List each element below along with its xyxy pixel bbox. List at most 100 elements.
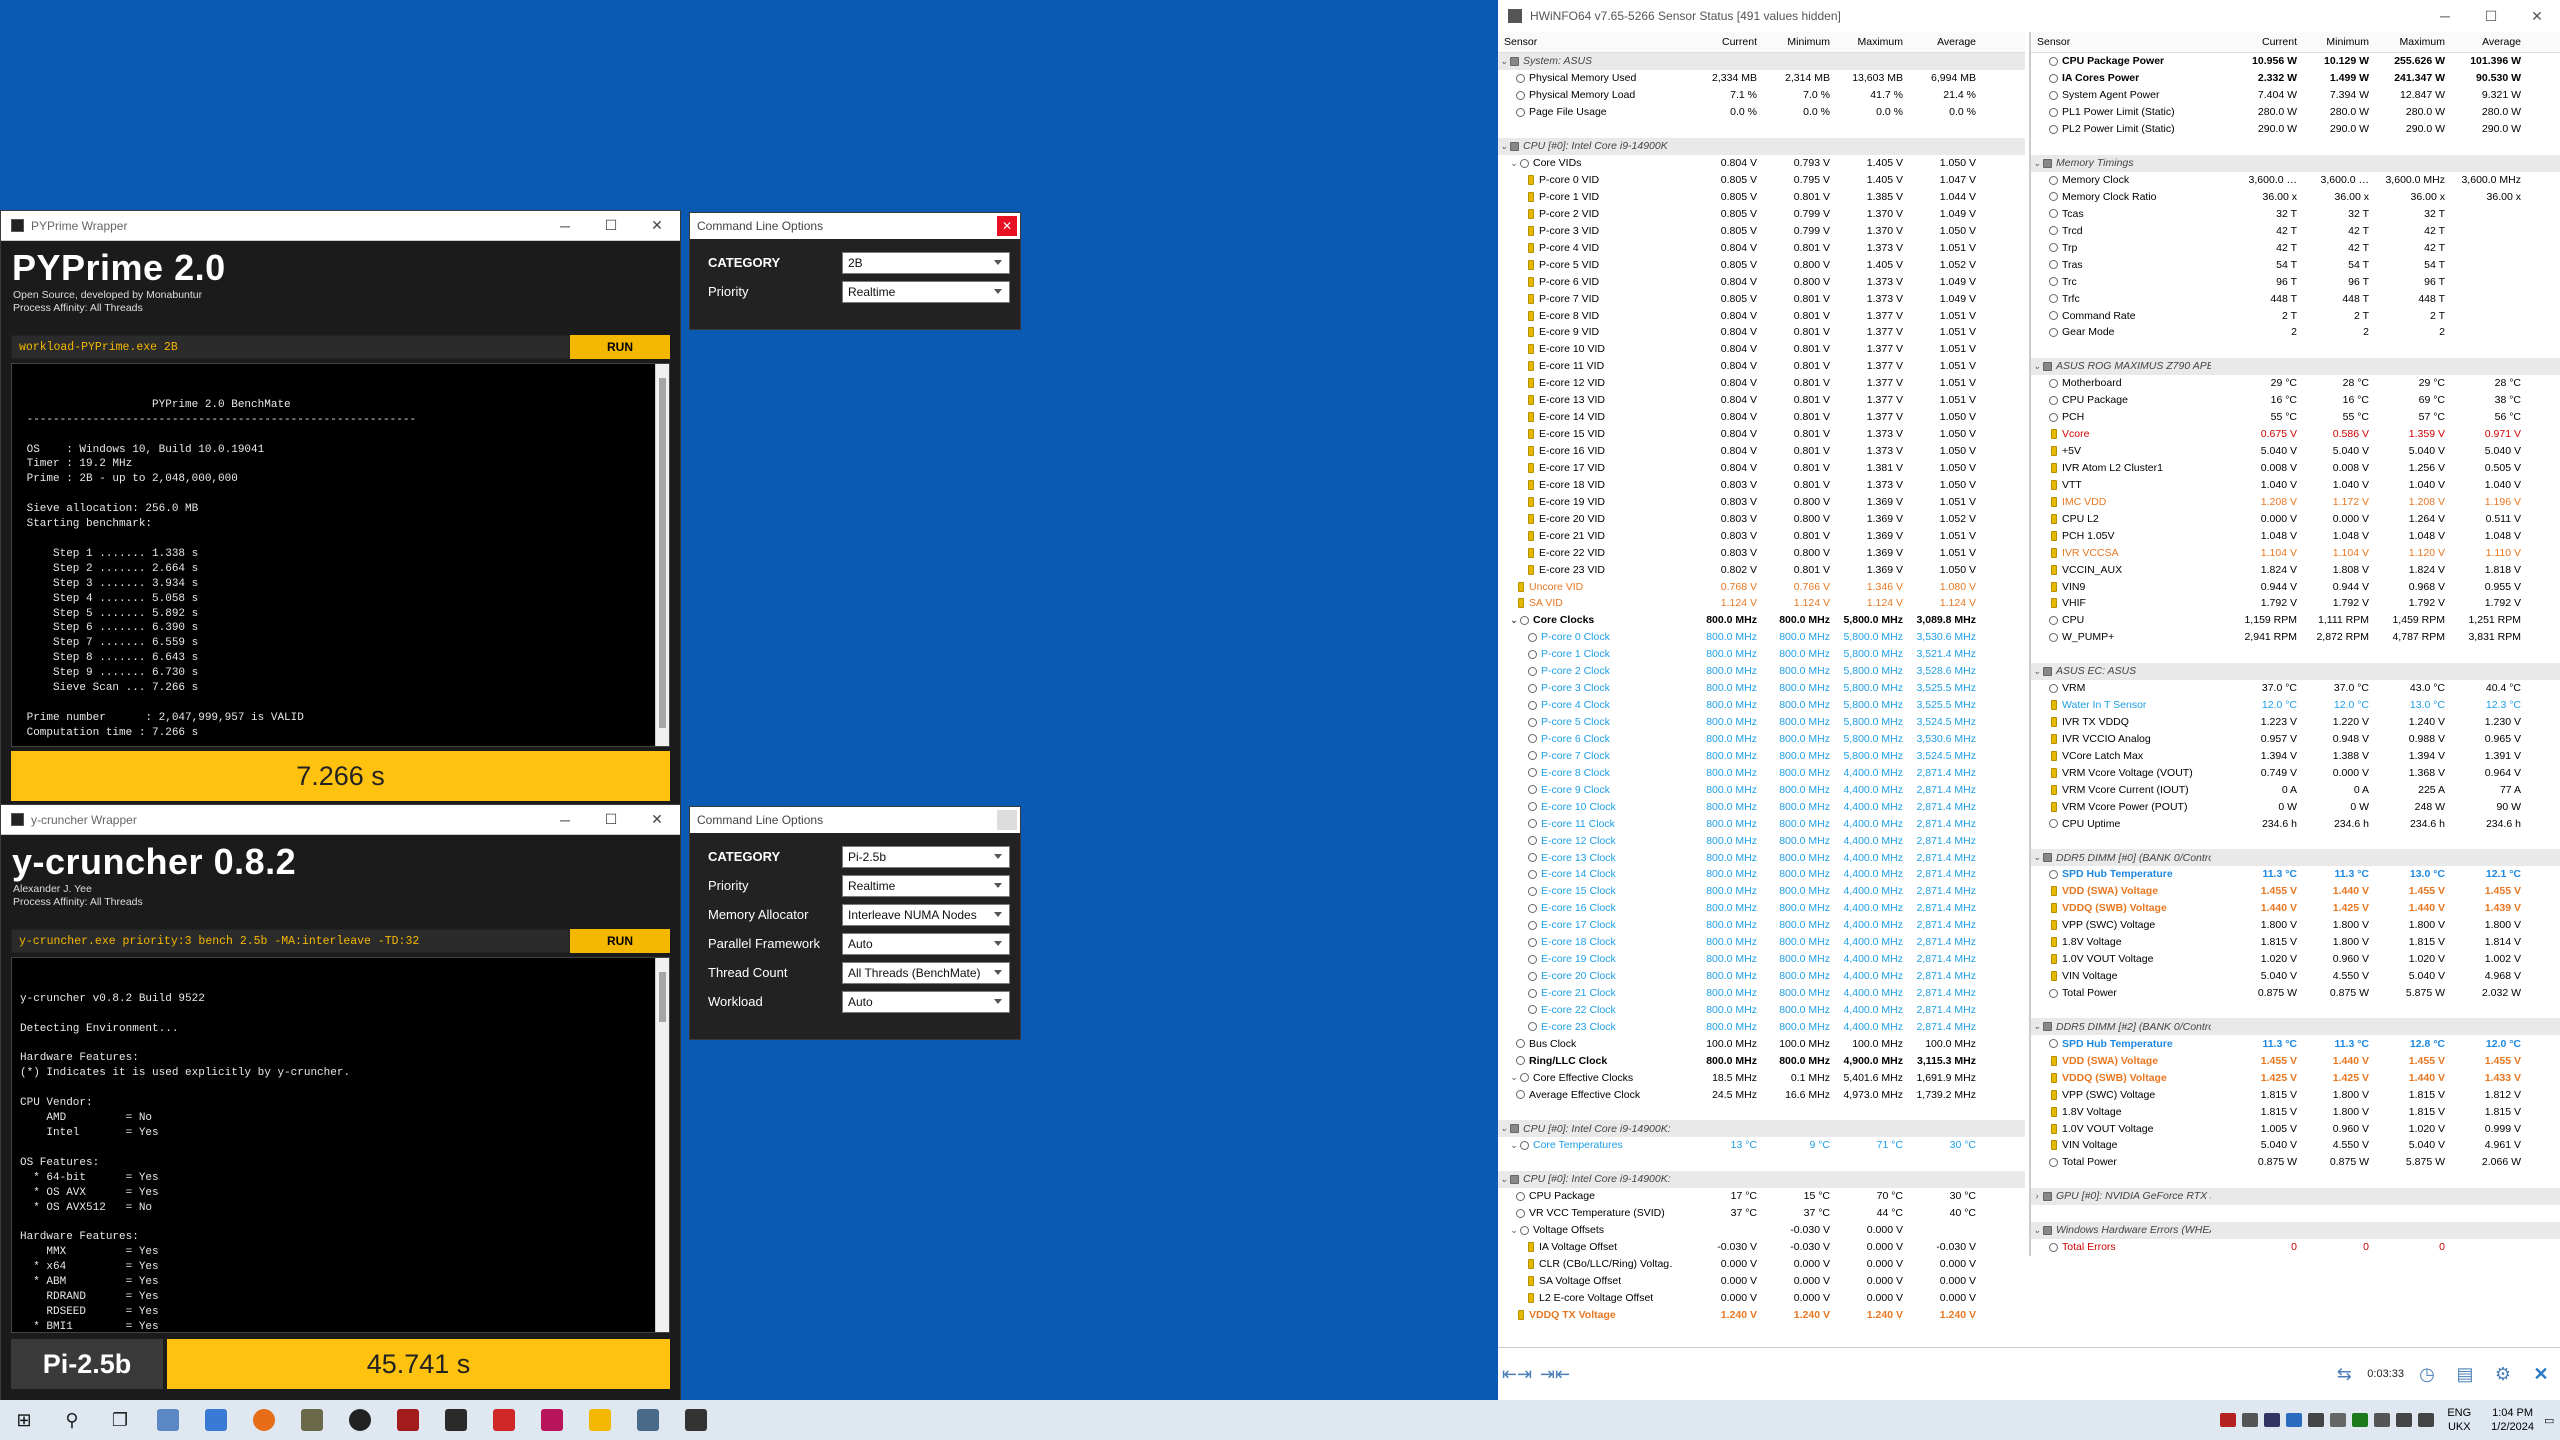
sensor-row[interactable]: P-core 4 VID 0.804 V 0.801 V 1.373 V 1.051 V	[1498, 239, 2025, 256]
sensor-row[interactable]: Physical Memory Used 2,334 MB 2,314 MB 13,6…	[1498, 70, 2025, 87]
header-average[interactable]: Average	[2449, 36, 2525, 48]
sensor-row[interactable]: VTT 1.040 V 1.040 V 1.040 V 1.040 V	[2031, 476, 2560, 493]
close-icon[interactable]: ✕	[997, 216, 1017, 236]
app-icon-7[interactable]	[480, 1400, 528, 1440]
terminal-icon[interactable]	[672, 1400, 720, 1440]
sensor-row[interactable]: P-core 7 VID 0.805 V 0.801 V 1.373 V 1.049 V	[1498, 290, 2025, 307]
sensor-row[interactable]: Average Effective Clock 24.5 MHz 16.6 MHz 4…	[1498, 1086, 2025, 1103]
sensor-row[interactable]: VDD (SWA) Voltage 1.455 V 1.440 V 1.455 V 1.…	[2031, 883, 2560, 900]
sensor-row[interactable]: IVR VCCSA 1.104 V 1.104 V 1.120 V 1.110 V	[2031, 544, 2560, 561]
header-sensor[interactable]: Sensor	[2031, 36, 2211, 48]
sensor-group[interactable]: ⌄ CPU [#0]: Intel Core i9-14900K: Enhance…	[1498, 1170, 2025, 1188]
clock[interactable]: 1:04 PM 1/2/2024	[2481, 1406, 2544, 1434]
header-minimum[interactable]: Minimum	[2301, 36, 2373, 48]
sensor-row[interactable]: P-core 6 VID 0.804 V 0.800 V 1.373 V 1.049 V	[1498, 273, 2025, 290]
sensor-row[interactable]: E-core 11 Clock 800.0 MHz 800.0 MHz 4,400.0…	[1498, 815, 2025, 832]
sensor-row[interactable]: Tras 54 T 54 T 54 T	[2031, 256, 2560, 273]
sensor-group[interactable]: ⌄ ASUS EC: ASUS	[2031, 662, 2560, 680]
sensor-row[interactable]: E-core 13 VID 0.804 V 0.801 V 1.377 V 1.051 …	[1498, 392, 2025, 409]
sensor-row[interactable]: P-core 1 VID 0.805 V 0.801 V 1.385 V 1.044 V	[1498, 189, 2025, 206]
sensor-row[interactable]: E-core 11 VID 0.804 V 0.801 V 1.377 V 1.051 …	[1498, 358, 2025, 375]
spacer-row[interactable]	[1498, 121, 2025, 138]
sensor-row[interactable]: IVR TX VDDQ 1.223 V 1.220 V 1.240 V 1.230 V	[2031, 714, 2560, 731]
sensor-row[interactable]: VIN Voltage 5.040 V 4.550 V 5.040 V 4.968 V	[2031, 968, 2560, 985]
sensor-row[interactable]: Memory Clock 3,600.0 … 3,600.0 … 3,600.0 MH…	[2031, 172, 2560, 189]
expand-toggle-icon[interactable]: ⌄	[1498, 1174, 1510, 1185]
close-sensors-icon[interactable]: ✕	[2522, 1359, 2560, 1389]
sensor-row[interactable]: Memory Clock Ratio 36.00 x 36.00 x 36.00 x 3…	[2031, 189, 2560, 206]
workload-select[interactable]: Auto	[842, 990, 1010, 1013]
sensor-row[interactable]: E-core 21 Clock 800.0 MHz 800.0 MHz 4,400.0…	[1498, 985, 2025, 1002]
thread-count-select[interactable]: All Threads (BenchMate)	[842, 961, 1010, 984]
sensor-row[interactable]: VRM Vcore Current (IOUT) 0 A 0 A 225 A 77 A	[2031, 781, 2560, 798]
sensor-row[interactable]: E-core 23 VID 0.802 V 0.801 V 1.369 V 1.050 …	[1498, 561, 2025, 578]
sensor-row[interactable]: E-core 8 Clock 800.0 MHz 800.0 MHz 4,400.0 …	[1498, 764, 2025, 781]
priority-select[interactable]: Realtime	[842, 874, 1010, 897]
sensor-group[interactable]: ⌄ ASUS ROG MAXIMUS Z790 APEX (Nuvoton NCT…	[2031, 357, 2560, 375]
sensor-row[interactable]: Total Power 0.875 W 0.875 W 5.875 W 2.066 W	[2031, 1154, 2560, 1171]
sensor-row[interactable]: E-core 18 VID 0.803 V 0.801 V 1.373 V 1.050 …	[1498, 476, 2025, 493]
ycruncher-titlebar[interactable]: y-cruncher Wrapper ─ ☐ ✕	[1, 805, 680, 835]
close-icon[interactable]: ✕	[634, 805, 680, 834]
sensor-row[interactable]: E-core 14 VID 0.804 V 0.801 V 1.377 V 1.050 …	[1498, 409, 2025, 426]
sensor-row[interactable]: CPU Package 17 °C 15 °C 70 °C 30 °C	[1498, 1188, 2025, 1205]
sensor-row[interactable]: E-core 20 VID 0.803 V 0.800 V 1.369 V 1.052 …	[1498, 510, 2025, 527]
sensor-row[interactable]: VIN9 0.944 V 0.944 V 0.968 V 0.955 V	[2031, 578, 2560, 595]
minimize-icon[interactable]: ─	[2422, 0, 2468, 32]
sensor-row[interactable]: E-core 13 Clock 800.0 MHz 800.0 MHz 4,400.0…	[1498, 849, 2025, 866]
sensor-row[interactable]: CPU L2 0.000 V 0.000 V 1.264 V 0.511 V	[2031, 510, 2560, 527]
windows-start-icon[interactable]: ⊞	[0, 1400, 48, 1440]
pyprime-titlebar[interactable]: PYPrime Wrapper ─ ☐ ✕	[1, 211, 680, 241]
maximize-icon[interactable]: ☐	[588, 211, 634, 240]
tray-icon[interactable]	[2352, 1413, 2369, 1427]
sensor-row[interactable]: E-core 15 Clock 800.0 MHz 800.0 MHz 4,400.0…	[1498, 883, 2025, 900]
expand-toggle-icon[interactable]: ⌄	[2031, 666, 2043, 677]
sensor-row[interactable]: E-core 16 VID 0.804 V 0.801 V 1.373 V 1.050 …	[1498, 443, 2025, 460]
search-icon[interactable]: ⚲	[48, 1400, 96, 1440]
spacer-row[interactable]	[2031, 1171, 2560, 1188]
sensor-row[interactable]: VCore Latch Max 1.394 V 1.388 V 1.394 V 1.39…	[2031, 747, 2560, 764]
sensor-row[interactable]: PL2 Power Limit (Static) 290.0 W 290.0 W 29…	[2031, 121, 2560, 138]
sensor-row[interactable]: 1.0V VOUT Voltage 1.020 V 0.960 V 1.020 V 1.…	[2031, 951, 2560, 968]
sensor-row[interactable]: VCCIN_AUX 1.824 V 1.808 V 1.824 V 1.818 V	[2031, 561, 2560, 578]
expand-toggle-icon[interactable]: ⌄	[2031, 852, 2043, 863]
sensor-group[interactable]: ⌄ System: ASUS	[1498, 53, 2025, 70]
sensor-row[interactable]: Trc 96 T 96 T 96 T	[2031, 273, 2560, 290]
sensor-row[interactable]: P-core 0 Clock 800.0 MHz 800.0 MHz 5,800.0 …	[1498, 629, 2025, 646]
app-icon-3[interactable]	[288, 1400, 336, 1440]
spacer-row[interactable]	[2031, 341, 2560, 358]
clock-icon[interactable]: ◷	[2408, 1359, 2446, 1389]
sensor-row[interactable]: VRM Vcore Power (POUT) 0 W 0 W 248 W 90 W	[2031, 798, 2560, 815]
spacer-row[interactable]	[2031, 832, 2560, 849]
scrollbar[interactable]	[655, 958, 669, 1332]
sensor-group[interactable]: ⌄ Windows Hardware Errors (WHEA)	[2031, 1221, 2560, 1239]
sensor-group[interactable]: ⌄ DDR5 DIMM [#0] (BANK 0/Controller0-DIMM…	[2031, 849, 2560, 866]
sensor-row[interactable]: VHIF 1.792 V 1.792 V 1.792 V 1.792 V	[2031, 595, 2560, 612]
minimize-icon[interactable]: ─	[542, 211, 588, 240]
sensor-row[interactable]: ⌄ Voltage Offsets -0.030 V 0.000 V	[1498, 1222, 2025, 1239]
header-maximum[interactable]: Maximum	[2373, 36, 2449, 48]
close-icon[interactable]: ✕	[2514, 0, 2560, 32]
sensor-row[interactable]: E-core 14 Clock 800.0 MHz 800.0 MHz 4,400.0…	[1498, 866, 2025, 883]
sensor-row[interactable]: Trcd 42 T 42 T 42 T	[2031, 222, 2560, 239]
sensor-group[interactable]: ⌄ CPU [#0]: Intel Core i9-14900K	[1498, 137, 2025, 155]
sensor-row[interactable]: L2 E-core Voltage Offset 0.000 V 0.000 V 0.…	[1498, 1289, 2025, 1306]
sensor-row[interactable]: 1.0V VOUT Voltage 1.005 V 0.960 V 1.020 V 0.…	[2031, 1120, 2560, 1137]
sensor-row[interactable]: SPD Hub Temperature 11.3 °C 11.3 °C 13.0 °C…	[2031, 866, 2560, 883]
run-button[interactable]: RUN	[570, 335, 670, 359]
sensor-row[interactable]: P-core 5 VID 0.805 V 0.800 V 1.405 V 1.052 V	[1498, 256, 2025, 273]
tray-icon[interactable]	[2264, 1413, 2281, 1427]
report-icon[interactable]: ▤	[2446, 1359, 2484, 1389]
sensor-row[interactable]: ⌄ Core Clocks 800.0 MHz 800.0 MHz 5,800.0 MH…	[1498, 612, 2025, 629]
expand-left-icon[interactable]: ⇤⇥	[1498, 1359, 1536, 1389]
header-sensor[interactable]: Sensor	[1498, 36, 1673, 48]
sensor-row[interactable]: Gear Mode 2 2 2	[2031, 324, 2560, 341]
sensor-row[interactable]: VRM Vcore Voltage (VOUT) 0.749 V 0.000 V 1.…	[2031, 764, 2560, 781]
sensor-row[interactable]: VPP (SWC) Voltage 1.815 V 1.800 V 1.815 V 1.…	[2031, 1086, 2560, 1103]
spacer-row[interactable]	[1498, 1154, 2025, 1171]
sensor-row[interactable]: E-core 10 VID 0.804 V 0.801 V 1.377 V 1.051 …	[1498, 341, 2025, 358]
column-header[interactable]: Sensor Current Minimum Maximum Average	[2031, 32, 2560, 53]
parallel-framework-select[interactable]: Auto	[842, 932, 1010, 955]
sensor-row[interactable]: E-core 21 VID 0.803 V 0.801 V 1.369 V 1.051 …	[1498, 527, 2025, 544]
sensor-row[interactable]: VIN Voltage 5.040 V 4.550 V 5.040 V 4.961 V	[2031, 1137, 2560, 1154]
